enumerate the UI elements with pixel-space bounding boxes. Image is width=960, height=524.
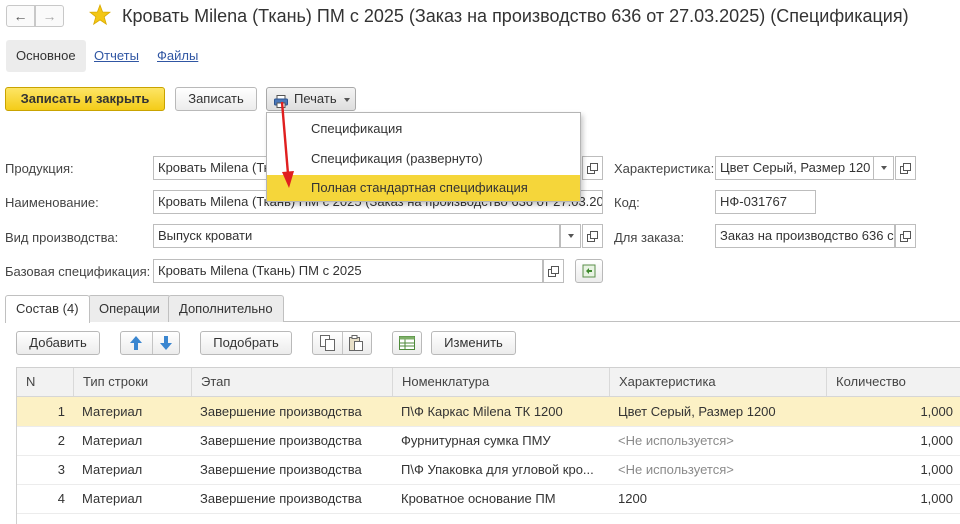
composition-table: N Тип строки Этап Номенклатура Характери… [16,367,960,524]
cell-characteristic: <Не используется> [618,433,734,448]
arrow-up-icon[interactable] [129,335,143,358]
code-label: Код: [614,195,640,210]
table-icon [399,336,415,350]
open-icon [900,162,911,174]
characteristic-dropdown[interactable] [873,156,894,180]
add-button[interactable]: Добавить [16,331,100,355]
cell-nomenclature: П\Ф Упаковка для угловой кро... [401,462,594,477]
base-spec-field[interactable]: Кровать Milena (Ткань) ПМ с 2025 [153,259,543,283]
column-header-stage[interactable]: Этап [191,368,392,396]
cell-stage: Завершение производства [200,433,362,448]
cell-stage: Завершение производства [200,462,362,477]
cell-characteristic: Цвет Серый, Размер 1200 [618,404,776,419]
select-button[interactable]: Подобрать [200,331,292,355]
arrow-left-icon: ← [13,8,28,24]
tab-operations[interactable]: Операции [88,295,171,322]
cell-n: 2 [57,433,65,448]
cell-row-type: Материал [82,433,143,448]
open-base-spec-button[interactable] [543,259,564,283]
back-button[interactable]: ← [6,5,35,27]
table-row[interactable]: 1 Материал Завершение производства П\Ф К… [17,397,960,427]
characteristic-field[interactable]: Цвет Серый, Размер 120 [715,156,874,180]
product-label: Продукция: [5,161,74,176]
open-icon [548,265,559,277]
column-header-quantity[interactable]: Количество [826,368,960,396]
cell-nomenclature: Кроватное основание ПМ [401,491,556,506]
forward-button[interactable]: → [35,5,64,27]
refresh-base-spec-button[interactable] [575,259,603,283]
copy-paste-buttons [312,331,372,355]
production-kind-dropdown[interactable] [560,224,581,248]
open-characteristic-button[interactable] [895,156,916,180]
production-kind-field[interactable]: Выпуск кровати [153,224,560,248]
paste-icon[interactable] [349,335,364,358]
production-kind-label: Вид производства: [5,230,119,245]
tab-composition[interactable]: Состав (4) [5,295,90,323]
open-icon [587,162,598,174]
cell-quantity: 1,000 [920,462,953,477]
cell-quantity: 1,000 [920,433,953,448]
column-header-nomenclature[interactable]: Номенклатура [392,368,609,396]
table-settings-button[interactable] [392,331,422,355]
print-menu: Спецификация Спецификация (развернуто) П… [266,112,581,202]
column-header-characteristic[interactable]: Характеристика [609,368,826,396]
section-tab-files[interactable]: Файлы [157,40,198,72]
cell-row-type: Материал [82,491,143,506]
cell-stage: Завершение производства [200,404,362,419]
for-order-label: Для заказа: [614,230,685,245]
table-row[interactable]: 2 Материал Завершение производства Фурни… [17,426,960,456]
cell-characteristic: <Не используется> [618,462,734,477]
save-and-close-button[interactable]: Записать и закрыть [5,87,165,111]
menu-item-specification-expanded[interactable]: Спецификация (развернуто) [267,146,580,172]
table-row[interactable]: 4 Материал Завершение производства Крова… [17,484,960,514]
favorite-star-icon[interactable] [89,4,111,26]
cell-nomenclature: Фурнитурная сумка ПМУ [401,433,551,448]
open-order-button[interactable] [895,224,916,248]
chevron-down-icon [567,234,574,238]
cell-nomenclature: П\Ф Каркас Milena ТК 1200 [401,404,563,419]
name-label: Наименование: [5,195,99,210]
print-button-label: Печать [294,91,337,106]
table-row[interactable]: 3 Материал Завершение производства П\Ф У… [17,455,960,485]
column-header-n[interactable]: N [17,368,73,396]
code-field[interactable]: НФ-031767 [715,190,816,214]
move-buttons [120,331,180,355]
menu-item-specification[interactable]: Спецификация [267,116,580,142]
change-button[interactable]: Изменить [431,331,516,355]
chevron-down-icon [880,166,887,170]
menu-item-full-standard-specification[interactable]: Полная стандартная спецификация [267,175,580,201]
open-icon [900,230,911,242]
open-icon [587,230,598,242]
table-header: N Тип строки Этап Номенклатура Характери… [17,368,960,397]
cell-row-type: Материал [82,404,143,419]
window-title: Кровать Milena (Ткань) ПМ с 2025 (Заказ … [122,6,909,26]
divider [342,332,343,354]
open-production-kind-button[interactable] [582,224,603,248]
cell-n: 1 [57,404,65,419]
cell-n: 3 [57,462,65,477]
divider [152,332,153,354]
tab-additional[interactable]: Дополнительно [168,295,284,322]
column-header-row-type[interactable]: Тип строки [73,368,191,396]
cell-quantity: 1,000 [920,404,953,419]
open-product-button[interactable] [582,156,603,180]
red-arrow-annotation [280,101,294,188]
cell-stage: Завершение производства [200,491,362,506]
cell-n: 4 [57,491,65,506]
base-spec-label: Базовая спецификация: [5,264,151,279]
section-tab-reports[interactable]: Отчеты [94,40,139,72]
section-tab-main[interactable]: Основное [6,40,86,72]
cell-quantity: 1,000 [920,491,953,506]
arrow-right-icon: → [42,8,57,24]
save-button[interactable]: Записать [175,87,257,111]
fill-from-base-icon [582,264,596,278]
copy-icon[interactable] [320,335,335,358]
cell-characteristic: 1200 [618,491,647,506]
cell-row-type: Материал [82,462,143,477]
chevron-down-icon [344,98,350,102]
characteristic-label: Характеристика: [614,161,715,176]
for-order-field[interactable]: Заказ на производство 636 с [715,224,895,248]
arrow-down-icon[interactable] [159,335,173,358]
